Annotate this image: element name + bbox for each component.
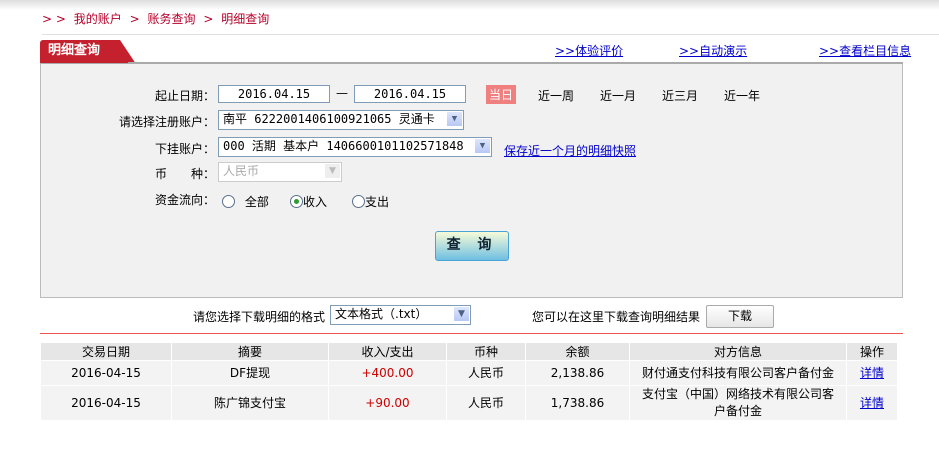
download-button[interactable]: 下载 <box>706 305 774 328</box>
cell-summary: 陈广锦支付宝 <box>172 386 328 420</box>
currency-value: 人民币 <box>223 164 260 178</box>
sub-account-select[interactable]: 000 活期 基本户 1406600101102571848 ▼ <box>218 137 492 157</box>
flow-label: 资金流向： <box>154 193 215 207</box>
auto-demo-link[interactable]: >>自动演示 <box>679 42 747 59</box>
cell-summary: DF提现 <box>172 361 328 385</box>
format-select[interactable]: 文本格式（.txt） ▼ <box>330 305 471 325</box>
query-button[interactable]: 查 询 <box>435 231 509 261</box>
cell-date: 2016-04-15 <box>41 361 171 385</box>
transactions-table: 交易日期 摘要 收入/支出 币种 余额 对方信息 操作 2016-04-15 D… <box>40 342 898 421</box>
radio-checked-icon <box>290 195 303 208</box>
column-info-link[interactable]: >>查看栏目信息 <box>819 42 911 59</box>
flow-all-radio[interactable]: 全部 <box>222 193 269 210</box>
tab-detail-query: 明细查询 <box>40 40 136 64</box>
reg-account-label: 请选择注册账户： <box>118 115 215 129</box>
breadcrumb-detail-query: 明细查询 <box>221 12 270 26</box>
cell-action: 详情 <box>847 386 897 420</box>
currency-label: 币 种： <box>154 167 215 181</box>
table-row: 2016-04-15 陈广锦支付宝 +90.00 人民币 1,738.86 支付… <box>41 386 897 420</box>
header-summary: 摘要 <box>172 343 328 360</box>
breadcrumb-sep: > <box>203 12 214 26</box>
table-header: 交易日期 摘要 收入/支出 币种 余额 对方信息 操作 <box>41 343 897 360</box>
cell-amount: +90.00 <box>329 386 446 420</box>
flow-income-radio[interactable]: 收入 <box>290 193 327 210</box>
chevron-down-icon: ▼ <box>475 139 490 153</box>
range-3months[interactable]: 近三月 <box>662 87 698 104</box>
flow-expense-label: 支出 <box>365 195 390 209</box>
cell-date: 2016-04-15 <box>41 386 171 420</box>
cell-counterparty: 支付宝（中国）网络技术有限公司客户备付金 <box>630 386 846 420</box>
chevron-down-icon: ▼ <box>454 307 469 321</box>
format-value: 文本格式（.txt） <box>335 307 428 321</box>
chevron-down-icon: ▼ <box>325 164 340 178</box>
snapshot-link[interactable]: 保存近一个月的明细快照 <box>504 142 636 159</box>
header-date: 交易日期 <box>41 343 171 360</box>
currency-select: 人民币 ▼ <box>218 162 342 182</box>
cell-amount: +400.00 <box>329 361 446 385</box>
sub-account-label: 下挂账户： <box>154 142 215 156</box>
format-label: 请您选择下载明细的格式 <box>193 310 326 324</box>
radio-icon <box>352 195 365 208</box>
detail-link[interactable]: 详情 <box>860 366 884 380</box>
top-shade <box>0 0 939 10</box>
flow-all-label: 全部 <box>244 195 269 209</box>
breadcrumb: > > 我的账户 > 账务查询 > 明细查询 <box>42 10 273 27</box>
end-date-input[interactable]: 2016.04.15 <box>354 85 466 103</box>
start-date-input[interactable]: 2016.04.15 <box>218 85 330 103</box>
chevron-down-icon: ▼ <box>447 112 462 126</box>
breadcrumb-arrows: > > <box>42 12 66 26</box>
header-amount: 收入/支出 <box>329 343 446 360</box>
cell-action: 详情 <box>847 361 897 385</box>
range-week[interactable]: 近一周 <box>538 87 574 104</box>
cell-balance: 1,738.86 <box>526 386 629 420</box>
breadcrumb-my-account[interactable]: 我的账户 <box>74 12 122 26</box>
detail-link[interactable]: 详情 <box>860 396 884 410</box>
header-balance: 余额 <box>526 343 629 360</box>
flow-income-label: 收入 <box>303 195 328 209</box>
divider <box>40 333 903 334</box>
header-counterparty: 对方信息 <box>630 343 846 360</box>
flow-expense-radio[interactable]: 支出 <box>352 193 389 210</box>
date-dash: — <box>336 86 348 100</box>
reg-account-select[interactable]: 南平 6222001406100921065 灵通卡 ▼ <box>218 110 464 130</box>
feedback-link[interactable]: >>体验评价 <box>555 42 623 59</box>
cell-balance: 2,138.86 <box>526 361 629 385</box>
range-today[interactable]: 当日 <box>486 85 517 104</box>
range-month[interactable]: 近一月 <box>600 87 636 104</box>
range-year[interactable]: 近一年 <box>724 87 760 104</box>
date-label: 起止日期： <box>154 89 215 103</box>
radio-icon <box>222 195 235 208</box>
reg-account-value: 南平 6222001406100921065 灵通卡 <box>223 112 435 126</box>
cell-currency: 人民币 <box>447 386 525 420</box>
cell-counterparty: 财付通支付科技有限公司客户备付金 <box>630 361 846 385</box>
breadcrumb-sep: > <box>129 12 140 26</box>
table-row: 2016-04-15 DF提现 +400.00 人民币 2,138.86 财付通… <box>41 361 897 385</box>
sub-account-value: 000 活期 基本户 1406600101102571848 <box>223 139 464 153</box>
header-currency: 币种 <box>447 343 525 360</box>
header-action: 操作 <box>847 343 897 360</box>
breadcrumb-account-query[interactable]: 账务查询 <box>148 12 196 26</box>
cell-currency: 人民币 <box>447 361 525 385</box>
download-hint: 您可以在这里下载查询明细结果 <box>532 310 701 324</box>
divider <box>42 34 939 35</box>
